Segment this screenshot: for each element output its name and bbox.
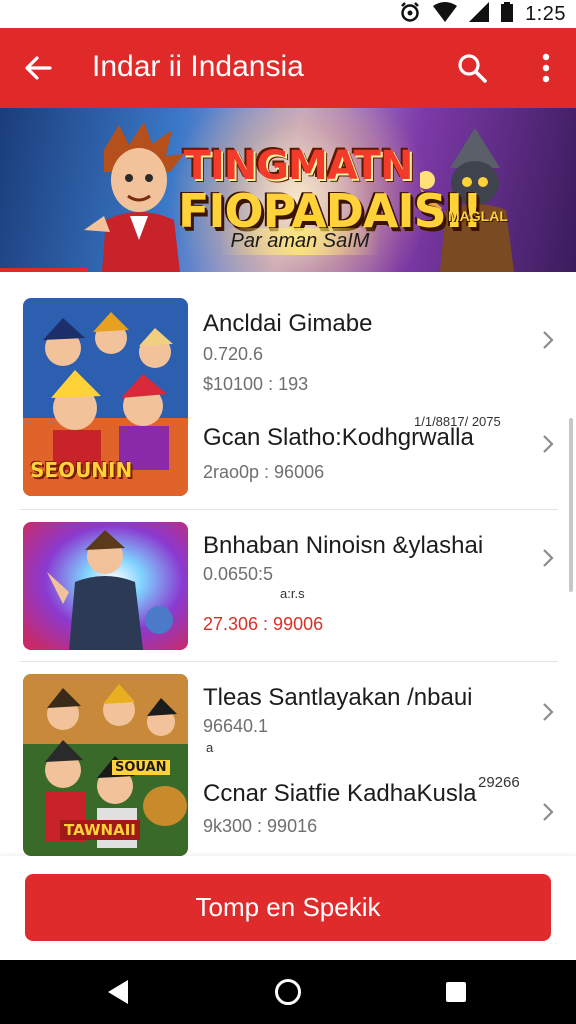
nav-recents-button[interactable] [438, 974, 474, 1010]
status-bar: 1:25 [0, 0, 576, 28]
more-vert-icon [542, 53, 550, 83]
item-title: Tleas Santlayakan /nbaui [203, 684, 473, 711]
home-circle-icon [275, 979, 301, 1005]
divider [20, 509, 558, 510]
thumbnail-label: SEOUNIN [30, 458, 133, 482]
scrollbar[interactable] [569, 418, 573, 592]
item-meta: 0.720.6 [203, 344, 264, 364]
thumbnail-label: TAWNAII [60, 820, 140, 840]
nav-back-button[interactable] [100, 974, 136, 1010]
back-button[interactable] [14, 44, 62, 92]
item-meta: 96640.1 [203, 716, 269, 736]
item-title: Bnhaban Ninoisn &ylashai [203, 532, 484, 559]
more-options-button[interactable] [522, 44, 570, 92]
chevron-right-icon[interactable] [536, 546, 560, 570]
item-subtitle: Ccnar Siatfie KadhaKusla [203, 780, 477, 807]
item-tag: a [206, 740, 214, 755]
signal-icon [469, 1, 490, 27]
bottom-action-area: Tomp en Spekik [0, 856, 576, 960]
divider [20, 661, 558, 662]
recents-square-icon [446, 982, 466, 1002]
promo-banner[interactable]: TINGMATN FIOPADAISI! Par aman SaIM MAGLA… [0, 108, 576, 272]
item-meta: $10100 : 193 [203, 374, 309, 394]
app-bar: Indar ii Indansia [0, 28, 576, 108]
wifi-icon [433, 1, 458, 27]
item-meta: 27.306 : 99006 [203, 614, 324, 634]
game-thumbnail [23, 522, 188, 650]
status-time: 1:25 [525, 2, 566, 25]
primary-action-button[interactable]: Tomp en Spekik [25, 874, 551, 941]
chevron-right-icon[interactable] [536, 432, 560, 456]
item-tag: a:r.s [280, 586, 305, 601]
chevron-right-icon[interactable] [536, 700, 560, 724]
thumbnail-label: SOUAN [112, 760, 170, 775]
item-meta: 2rao0p : 96006 [203, 462, 325, 482]
page-title: Indar ii Indansia [92, 50, 304, 83]
item-subtitle: Gcan Slatho:Kodhgrwalla [203, 424, 474, 451]
status-icons: 1:25 [399, 1, 566, 28]
search-icon [458, 54, 487, 83]
game-list: SEOUNIN Ancldai Gimabe 0.720.6 $10100 : … [0, 272, 576, 856]
nav-home-button[interactable] [270, 974, 306, 1010]
banner-subtitle: Par aman SaIM [220, 228, 380, 255]
system-nav-bar [0, 960, 576, 1024]
item-title: Ancldai Gimabe [203, 310, 373, 337]
search-button[interactable] [448, 44, 496, 92]
banner-tag: MAGLAL [448, 208, 508, 224]
banner-headline-line1: TINGMATN [183, 143, 414, 189]
battery-icon [501, 1, 514, 27]
item-meta: 0.0650:5 [203, 564, 274, 584]
back-triangle-icon [108, 980, 128, 1004]
item-tag: 29266 [478, 774, 520, 791]
banner-headline: TINGMATN FIOPADAISI! [178, 143, 483, 234]
item-meta: 9k300 : 99016 [203, 816, 318, 836]
chevron-right-icon[interactable] [536, 328, 560, 352]
alarm-icon [399, 1, 421, 28]
chevron-right-icon[interactable] [536, 800, 560, 824]
arrow-back-icon [25, 56, 52, 80]
